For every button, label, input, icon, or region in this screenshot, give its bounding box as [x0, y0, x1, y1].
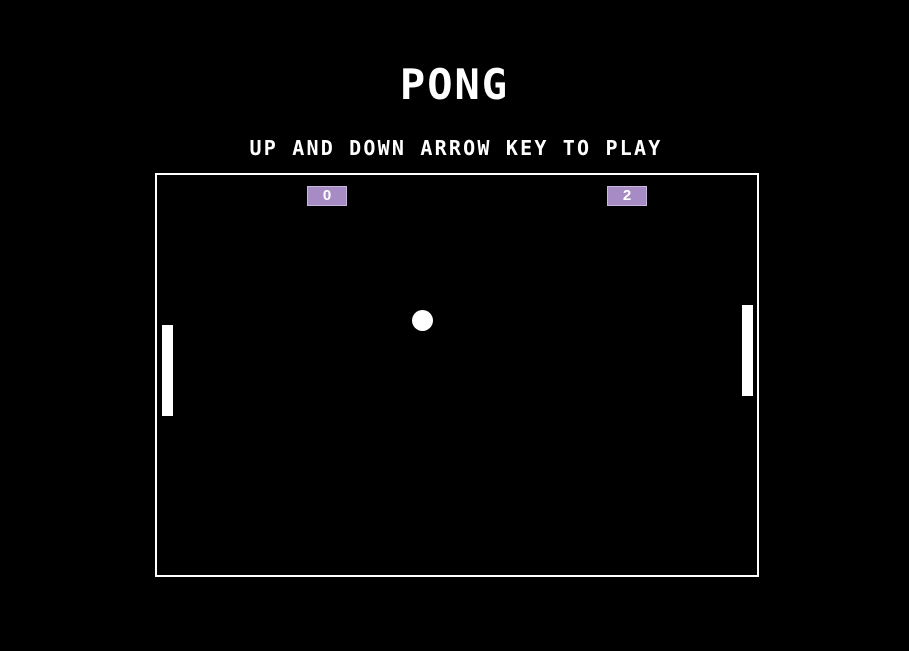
right-paddle [742, 305, 753, 396]
right-player-score: 2 [607, 186, 647, 206]
game-title: PONG [399, 60, 510, 109]
play-instructions: UP AND DOWN ARROW KEY TO PLAY [249, 136, 663, 160]
ball [412, 310, 433, 331]
game-board[interactable]: 0 2 [155, 173, 759, 577]
left-paddle [162, 325, 173, 416]
left-player-score: 0 [307, 186, 347, 206]
